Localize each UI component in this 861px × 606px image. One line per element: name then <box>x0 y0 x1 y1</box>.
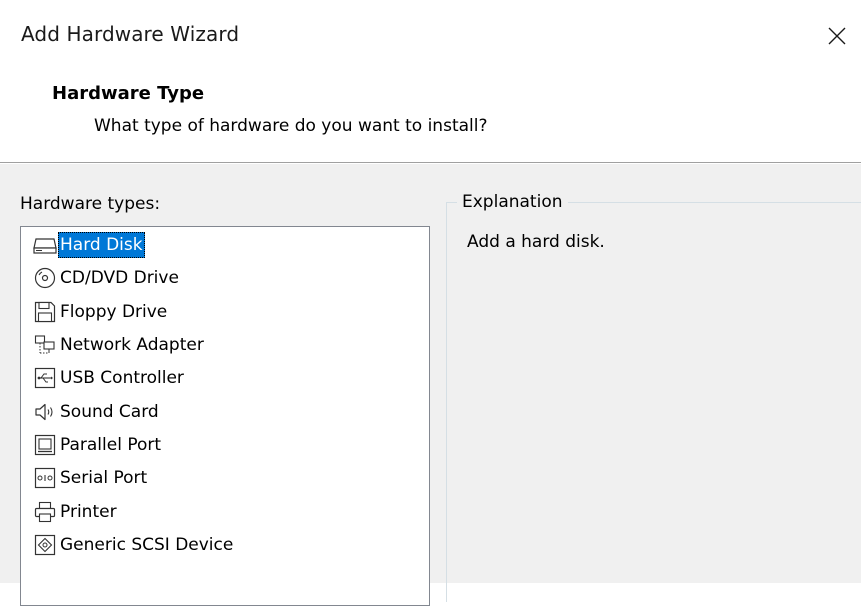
list-item-label: Floppy Drive <box>60 302 168 322</box>
parallel-port-icon <box>32 432 58 458</box>
explanation-legend: Explanation <box>457 192 568 212</box>
wizard-content: Hardware types: Hard Disk CD/DVD Drive F… <box>0 164 861 606</box>
window-title: Add Hardware Wizard <box>21 22 240 46</box>
list-item-label: Printer <box>60 502 117 522</box>
page-title: Hardware Type <box>52 83 205 104</box>
list-item-parallel-port[interactable]: Parallel Port <box>32 430 163 460</box>
list-item-label: CD/DVD Drive <box>60 268 179 288</box>
hardware-types-label: Hardware types: <box>20 194 161 214</box>
cd-dvd-icon <box>32 265 58 291</box>
sound-card-icon <box>32 399 58 425</box>
floppy-icon <box>32 299 58 325</box>
scsi-device-icon <box>32 532 58 558</box>
list-item-label: Hard Disk <box>58 232 145 258</box>
list-item-printer[interactable]: Printer <box>32 497 119 527</box>
explanation-groupbox <box>446 202 861 602</box>
list-item-label: USB Controller <box>60 368 184 388</box>
list-item-label: Serial Port <box>60 468 148 488</box>
wizard-header: Hardware Type What type of hardware do y… <box>0 72 861 162</box>
hardware-types-list[interactable]: Hard Disk CD/DVD Drive Floppy Drive Netw… <box>20 226 430 606</box>
usb-icon <box>32 365 58 391</box>
list-item-sound-card[interactable]: Sound Card <box>32 397 161 427</box>
page-subtitle: What type of hardware do you want to ins… <box>94 116 488 136</box>
list-item-floppy-drive[interactable]: Floppy Drive <box>32 297 169 327</box>
hard-disk-icon <box>32 232 58 258</box>
close-button[interactable] <box>813 10 861 62</box>
list-item-label: Network Adapter <box>60 335 204 355</box>
list-item-hard-disk[interactable]: Hard Disk <box>32 230 145 260</box>
list-item-generic-scsi-device[interactable]: Generic SCSI Device <box>32 530 235 560</box>
close-icon <box>828 27 846 45</box>
list-item-serial-port[interactable]: Serial Port <box>32 463 149 493</box>
title-bar: Add Hardware Wizard <box>0 0 861 72</box>
list-item-label: Sound Card <box>60 402 159 422</box>
printer-icon <box>32 499 58 525</box>
explanation-text: Add a hard disk. <box>467 232 605 252</box>
list-item-cd-dvd-drive[interactable]: CD/DVD Drive <box>32 263 181 293</box>
list-item-label: Generic SCSI Device <box>60 535 234 555</box>
list-item-label: Parallel Port <box>60 435 162 455</box>
list-item-network-adapter[interactable]: Network Adapter <box>32 330 206 360</box>
serial-port-icon <box>32 465 58 491</box>
list-item-usb-controller[interactable]: USB Controller <box>32 363 186 393</box>
network-adapter-icon <box>32 332 58 358</box>
